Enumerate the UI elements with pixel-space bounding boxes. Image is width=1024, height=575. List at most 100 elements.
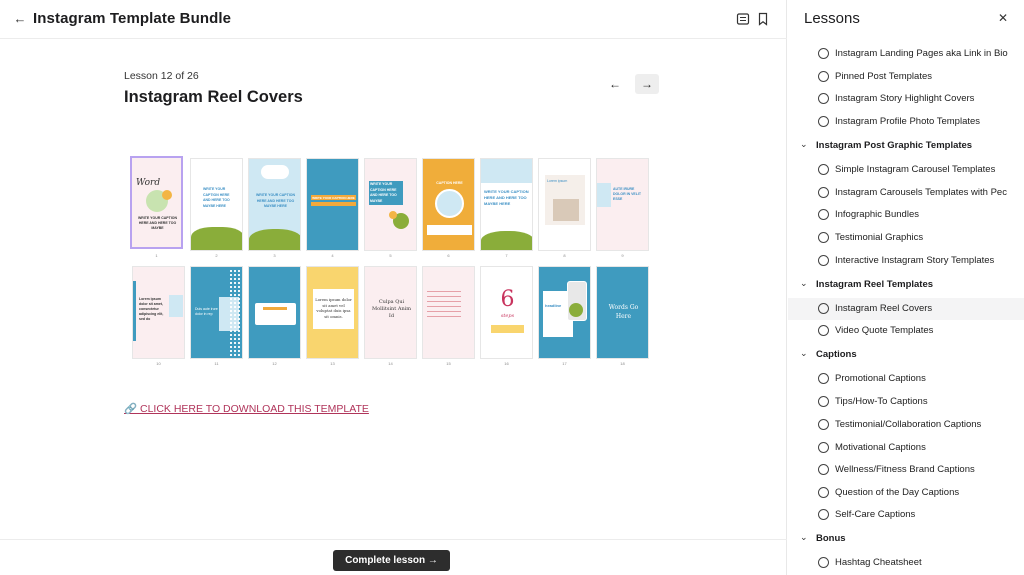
- incomplete-circle-icon: [818, 396, 829, 407]
- lesson-item[interactable]: Motivational Captions: [788, 437, 1024, 459]
- incomplete-circle-icon: [818, 487, 829, 498]
- lesson-item-label: Interactive Instagram Story Templates: [835, 255, 995, 266]
- lesson-item-label: Motivational Captions: [835, 442, 926, 453]
- lesson-item-label: Self-Care Captions: [835, 509, 916, 520]
- chevron-down-icon: ⌄: [800, 139, 808, 149]
- incomplete-circle-icon: [818, 303, 829, 314]
- lesson-item[interactable]: Simple Instagram Carousel Templates: [788, 159, 1024, 181]
- arrow-left-icon[interactable]: ←: [12, 11, 28, 27]
- incomplete-circle-icon: [818, 164, 829, 175]
- lesson-item-label: Instagram Profile Photo Templates: [835, 116, 981, 127]
- template-thumbnail: [248, 266, 301, 359]
- lesson-section-header[interactable]: ⌄ Instagram Post Graphic Templates: [788, 135, 1024, 157]
- lesson-item[interactable]: Instagram Landing Pages aka Link in Bio: [788, 43, 1024, 65]
- lesson-item[interactable]: Wellness/Fitness Brand Captions: [788, 459, 1024, 481]
- template-thumbnail: AUTE IRURE DOLOR IN VELIT ESSE: [596, 158, 649, 251]
- lesson-item-label: Infographic Bundles: [835, 209, 919, 220]
- previous-lesson-button[interactable]: ←: [603, 74, 627, 94]
- lesson-item[interactable]: Interactive Instagram Story Templates: [788, 250, 1024, 272]
- incomplete-circle-icon: [818, 509, 829, 520]
- lesson-item[interactable]: Infographic Bundles: [788, 204, 1024, 226]
- incomplete-circle-icon: [818, 419, 829, 430]
- incomplete-circle-icon: [818, 255, 829, 266]
- top-bar: ← Instagram Template Bundle: [0, 0, 787, 39]
- lesson-item-label: Instagram Carousels Templates with Pec: [835, 187, 1007, 198]
- lesson-title: Instagram Reel Covers: [124, 88, 303, 106]
- incomplete-circle-icon: [818, 209, 829, 220]
- notes-icon[interactable]: [735, 11, 751, 27]
- template-number: 4: [331, 253, 334, 258]
- lesson-item[interactable]: Promotional Captions: [788, 368, 1024, 390]
- next-lesson-button[interactable]: →: [635, 74, 659, 94]
- lesson-item[interactable]: Self-Care Captions: [788, 504, 1024, 526]
- template-thumbnail: WRITE YOUR CAPTION HERE AND HERE TOO MAY…: [190, 158, 243, 251]
- template-thumbnail: CAPTION HERE: [422, 158, 475, 251]
- lesson-item[interactable]: Instagram Carousels Templates with Pec: [788, 182, 1024, 204]
- bookmark-icon[interactable]: [755, 11, 771, 27]
- template-thumbnail: WRITE YOUR CAPTION HERE AND HERE TOO MAY…: [480, 158, 533, 251]
- template-thumbnail: Word WRITE YOUR CAPTION HERE AND HERE TO…: [130, 156, 183, 249]
- lesson-item-label: Wellness/Fitness Brand Captions: [835, 464, 975, 475]
- template-number: 10: [156, 361, 161, 366]
- lesson-list: Instagram Landing Pages aka Link in Bio P…: [788, 40, 1024, 575]
- lesson-item-label: Testimonial Graphics: [835, 232, 924, 243]
- template-number: 6: [447, 253, 450, 258]
- section-label: Instagram Reel Templates: [816, 279, 934, 290]
- template-number: 13: [330, 361, 335, 366]
- lesson-section-header[interactable]: ⌄ Captions: [788, 344, 1024, 366]
- lesson-item[interactable]: Testimonial Graphics: [788, 227, 1024, 249]
- lesson-item[interactable]: Testimonial/Collaboration Captions: [788, 414, 1024, 436]
- lesson-item-label: Video Quote Templates: [835, 325, 934, 336]
- template-thumbnail: Duis aute irure dolor in rep: [190, 266, 243, 359]
- incomplete-circle-icon: [818, 464, 829, 475]
- lesson-section-header[interactable]: ⌄ Instagram Reel Templates: [788, 274, 1024, 296]
- template-number: 17: [562, 361, 567, 366]
- template-number: 16: [504, 361, 509, 366]
- lesson-item[interactable]: Question of the Day Captions: [788, 482, 1024, 504]
- lesson-item[interactable]: Instagram Story Highlight Covers: [788, 88, 1024, 110]
- lesson-item-label: Instagram Story Highlight Covers: [835, 93, 975, 104]
- section-label: Bonus: [816, 533, 846, 544]
- lesson-item-label: Tips/How-To Captions: [835, 396, 928, 407]
- template-thumbnail: WRITE YOUR CAPTION HERE: [306, 158, 359, 251]
- lesson-item-label: Hashtag Cheatsheet: [835, 557, 922, 568]
- lesson-item-label: Promotional Captions: [835, 373, 926, 384]
- close-icon[interactable]: ✕: [996, 11, 1010, 25]
- lesson-item[interactable]: Video Quote Templates: [788, 320, 1024, 342]
- template-thumbnail: Lorem ipsum dolor sit amet vel voluptat …: [306, 266, 359, 359]
- template-number: 9: [621, 253, 624, 258]
- lesson-section-header[interactable]: ⌄ Bonus: [788, 528, 1024, 550]
- template-number: 1: [155, 253, 158, 258]
- template-number: 2: [215, 253, 218, 258]
- lesson-footer: Complete lesson →: [0, 539, 787, 575]
- template-number: 8: [563, 253, 566, 258]
- lesson-item[interactable]: Tips/How-To Captions: [788, 391, 1024, 413]
- incomplete-circle-icon: [818, 557, 829, 568]
- lesson-item-label: Testimonial/Collaboration Captions: [835, 419, 982, 430]
- template-number: 12: [272, 361, 277, 366]
- template-thumbnail: Lorem ipsum dolor sit amet, consectetur …: [132, 266, 185, 359]
- template-number: 14: [388, 361, 393, 366]
- lesson-item-label: Simple Instagram Carousel Templates: [835, 164, 996, 175]
- section-label: Captions: [816, 349, 857, 360]
- incomplete-circle-icon: [818, 48, 829, 59]
- incomplete-circle-icon: [818, 373, 829, 384]
- chevron-down-icon: ⌄: [800, 278, 808, 288]
- lesson-item[interactable]: Instagram Profile Photo Templates: [788, 111, 1024, 133]
- lesson-item[interactable]: Pinned Post Templates: [788, 66, 1024, 88]
- sidebar-title: Lessons: [804, 10, 860, 27]
- lesson-item-current[interactable]: Instagram Reel Covers: [788, 298, 1024, 320]
- template-preview-grid: Word WRITE YOUR CAPTION HERE AND HERE TO…: [130, 156, 654, 368]
- template-thumbnail: WRITE YOUR CAPTION HERE AND HERE TOO MAY…: [364, 158, 417, 251]
- chevron-down-icon: ⌄: [800, 532, 808, 542]
- download-template-link[interactable]: 🔗 CLICK HERE TO DOWNLOAD THIS TEMPLATE: [124, 402, 369, 415]
- course-title: Instagram Template Bundle: [33, 10, 232, 27]
- template-number: 18: [620, 361, 625, 366]
- lesson-item[interactable]: Hashtag Cheatsheet: [788, 552, 1024, 574]
- lesson-item-label: Question of the Day Captions: [835, 487, 960, 498]
- sidebar-header: Lessons ✕: [788, 0, 1024, 39]
- template-thumbnail: [422, 266, 475, 359]
- complete-lesson-button[interactable]: Complete lesson →: [333, 550, 450, 571]
- template-number: 11: [214, 361, 219, 366]
- template-thumbnail: Culpa Qui Mollitsint Anim Id: [364, 266, 417, 359]
